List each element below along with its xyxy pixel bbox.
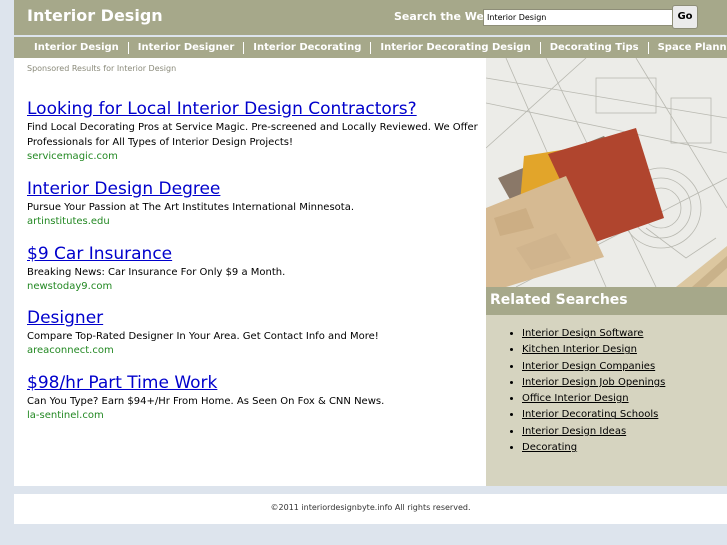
related-search-item[interactable]: Interior Decorating Schools (522, 407, 665, 423)
nav-item-interior-designer[interactable]: Interior Designer (127, 41, 244, 54)
result-description: Pursue Your Passion at The Art Institute… (27, 202, 355, 213)
nav-item-interior-decorating[interactable]: Interior Decorating (243, 41, 370, 54)
result-url-link[interactable]: areaconnect.com (27, 344, 482, 358)
sidebar: Related Searches Interior Design Softwar… (486, 58, 727, 486)
related-search-link[interactable]: Decorating (522, 442, 577, 453)
result-item: Designer Compare Top-Rated Designer In Y… (27, 308, 482, 358)
result-description: Find Local Decorating Pros at Service Ma… (27, 122, 478, 148)
nav-bar: Interior Design Interior Designer Interi… (14, 37, 727, 58)
related-search-item[interactable]: Office Interior Design (522, 391, 665, 407)
related-search-link[interactable]: Office Interior Design (522, 393, 629, 404)
result-item: Interior Design Degree Pursue Your Passi… (27, 179, 482, 229)
result-item: $9 Car Insurance Breaking News: Car Insu… (27, 244, 482, 294)
result-url-link[interactable]: newstoday9.com (27, 280, 482, 294)
footer: ©2011 interiordesignbyte.info All rights… (14, 494, 727, 524)
related-search-link[interactable]: Kitchen Interior Design (522, 344, 637, 355)
result-item: $98/hr Part Time Work Can You Type? Earn… (27, 373, 482, 423)
nav-item-interior-design[interactable]: Interior Design (14, 42, 128, 54)
copyright-text: ©2011 interiordesignbyte.info All rights… (270, 503, 471, 512)
related-search-item[interactable]: Kitchen Interior Design (522, 342, 665, 358)
related-searches-header: Related Searches (486, 287, 727, 315)
result-description: Compare Top-Rated Designer In Your Area.… (27, 331, 379, 342)
site-header: Interior Design Search the Web: Go (14, 0, 727, 35)
result-title-link[interactable]: Designer (27, 308, 482, 328)
nav-item-space-planning[interactable]: Space Planning (647, 41, 727, 54)
nav-item-decorating-tips[interactable]: Decorating Tips (539, 41, 648, 54)
related-search-link[interactable]: Interior Design Job Openings (522, 377, 665, 388)
related-search-link[interactable]: Interior Design Ideas (522, 426, 626, 437)
page: Interior Design Search the Web: Go Inter… (14, 0, 727, 545)
related-search-link[interactable]: Interior Design Software (522, 328, 643, 339)
site-title[interactable]: Interior Design (27, 6, 163, 25)
hero-image (486, 58, 727, 287)
main-content: Sponsored Results for Interior Design Lo… (14, 58, 486, 486)
sponsored-label: Sponsored Results for Interior Design (27, 64, 177, 73)
go-button[interactable]: Go (672, 5, 698, 29)
result-title-link[interactable]: $98/hr Part Time Work (27, 373, 482, 393)
related-search-item[interactable]: Interior Design Job Openings (522, 375, 665, 391)
result-description: Breaking News: Car Insurance For Only $9… (27, 267, 286, 278)
related-searches-title: Related Searches (490, 292, 628, 308)
related-searches-list: Interior Design Software Kitchen Interio… (486, 326, 665, 456)
related-search-item[interactable]: Decorating (522, 440, 665, 456)
result-url-link[interactable]: servicemagic.com (27, 150, 482, 164)
related-search-item[interactable]: Interior Design Ideas (522, 424, 665, 440)
related-search-item[interactable]: Interior Design Companies (522, 359, 665, 375)
result-title-link[interactable]: Looking for Local Interior Design Contra… (27, 99, 482, 119)
search-input[interactable] (483, 9, 673, 26)
related-search-link[interactable]: Interior Design Companies (522, 361, 655, 372)
result-title-link[interactable]: Interior Design Degree (27, 179, 482, 199)
related-search-link[interactable]: Interior Decorating Schools (522, 409, 658, 420)
search-label: Search the Web: (394, 10, 497, 23)
result-description: Can You Type? Earn $94+/Hr From Home. As… (27, 396, 385, 407)
result-url-link[interactable]: la-sentinel.com (27, 409, 482, 423)
result-item: Looking for Local Interior Design Contra… (27, 99, 482, 164)
related-search-item[interactable]: Interior Design Software (522, 326, 665, 342)
blueprint-swatches-illustration (486, 58, 727, 287)
result-url-link[interactable]: artinstitutes.edu (27, 215, 482, 229)
nav-item-interior-decorating-design[interactable]: Interior Decorating Design (370, 41, 539, 54)
result-title-link[interactable]: $9 Car Insurance (27, 244, 482, 264)
